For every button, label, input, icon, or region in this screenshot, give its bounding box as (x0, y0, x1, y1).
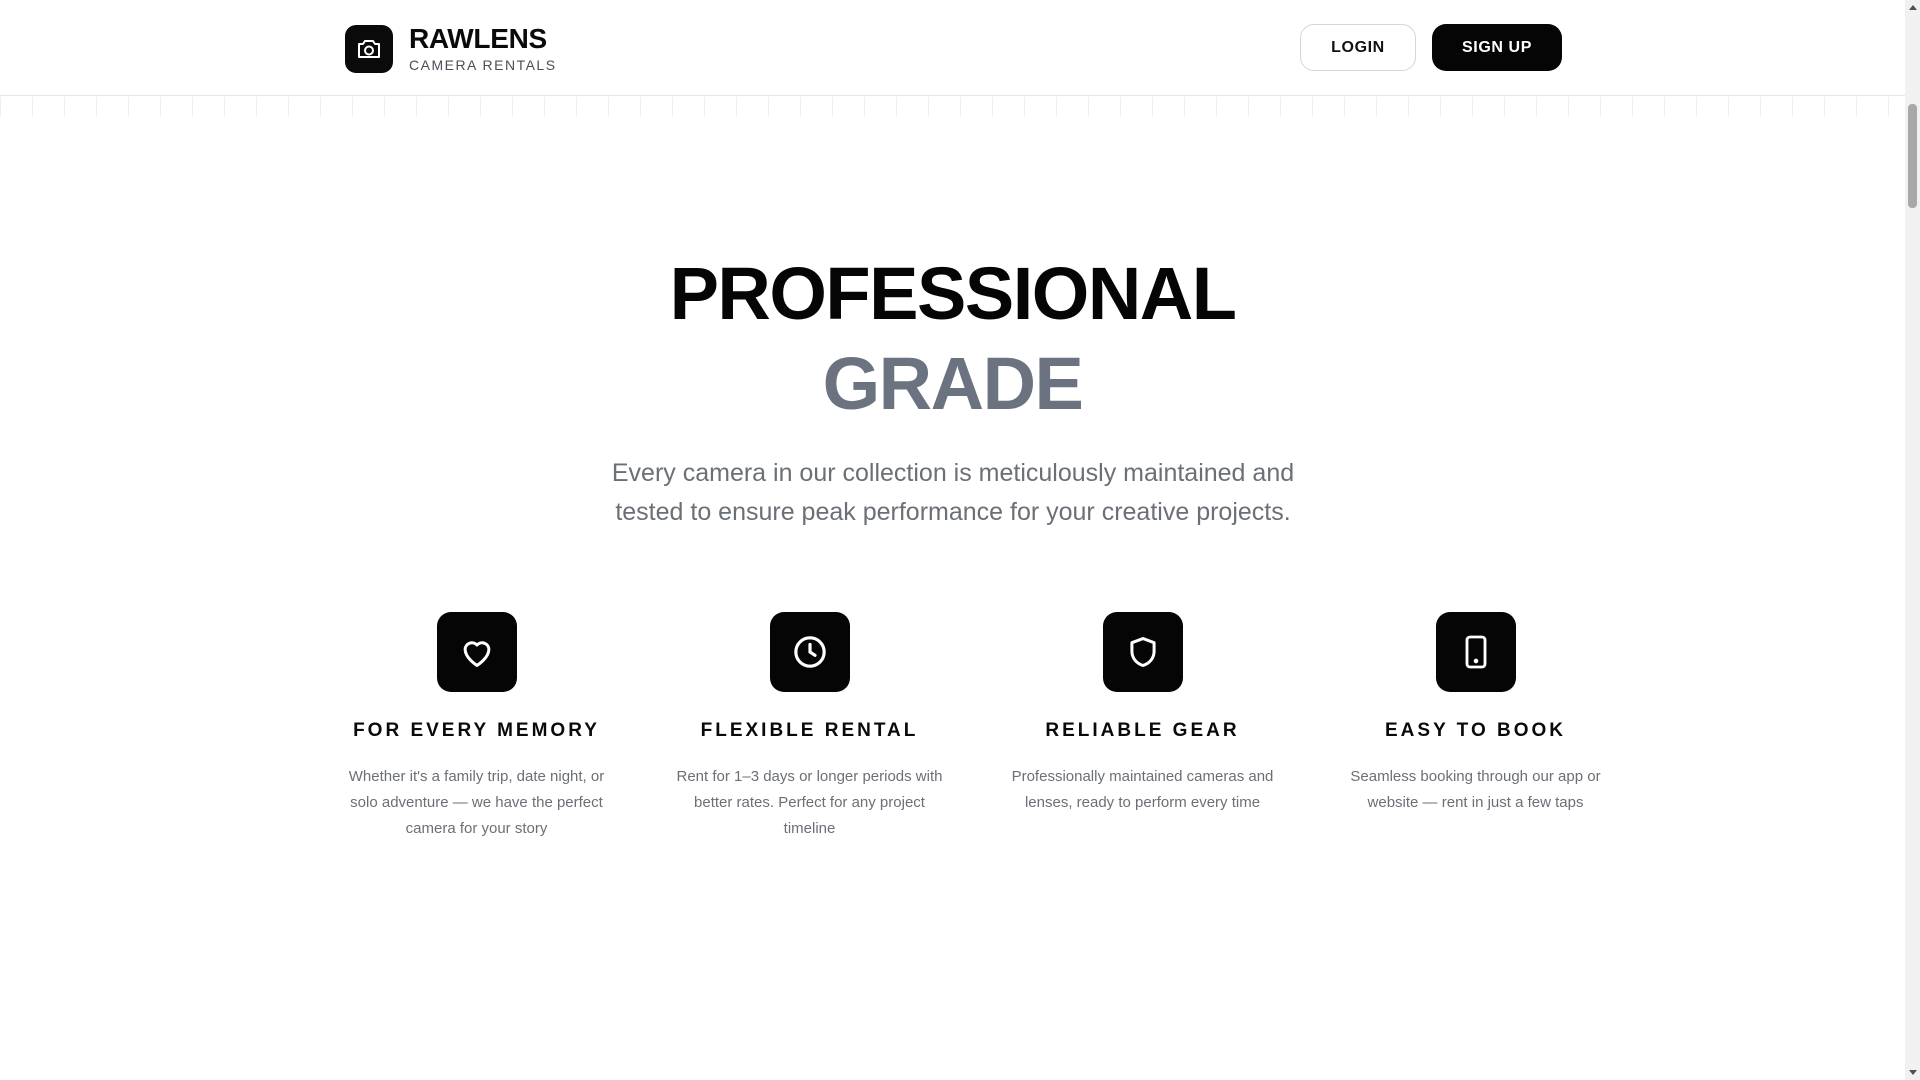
login-button[interactable]: LOGIN (1300, 24, 1416, 71)
feature-title: EASY TO BOOK (1385, 720, 1566, 741)
feature-card: FLEXIBLE RENTAL Rent for 1–3 days or lon… (643, 612, 976, 842)
feature-card: EASY TO BOOK Seamless booking through ou… (1309, 612, 1642, 842)
brand-subtitle: CAMERA RENTALS (409, 57, 557, 73)
feature-text: Rent for 1–3 days or longer periods with… (676, 768, 943, 837)
vertical-scrollbar[interactable] (1905, 0, 1920, 1080)
scroll-up-arrow-icon[interactable] (1905, 0, 1920, 15)
site-header: RAWLENS CAMERA RENTALS LOGIN SIGN UP (0, 0, 1905, 96)
feature-title: RELIABLE GEAR (1045, 720, 1240, 741)
feature-text: Seamless booking through our app or webs… (1350, 768, 1601, 811)
clock-icon (769, 612, 850, 692)
brand-name: RAWLENS (409, 23, 547, 54)
features-section: FOR EVERY MEMORY Whether it's a family t… (310, 612, 1642, 842)
brand-text: RAWLENS CAMERA RENTALS (409, 24, 557, 74)
feature-card: FOR EVERY MEMORY Whether it's a family t… (310, 612, 643, 842)
heart-icon (436, 612, 517, 692)
scrollbar-thumb[interactable] (1908, 104, 1917, 208)
scroll-down-arrow-icon[interactable] (1905, 1065, 1920, 1080)
nav-actions: LOGIN SIGN UP (1300, 24, 1562, 71)
hero-title-line2: GRADE (822, 342, 1084, 425)
tablet-icon (1435, 612, 1516, 692)
shield-icon (1102, 612, 1183, 692)
grid-background (0, 97, 1905, 117)
hero-title-line1: PROFESSIONAL (669, 252, 1237, 335)
feature-title: FLEXIBLE RENTAL (700, 720, 919, 741)
feature-title: FOR EVERY MEMORY (353, 720, 600, 741)
hero-description: Every camera in our collection is meticu… (611, 459, 1295, 526)
camera-icon (345, 25, 393, 73)
feature-card: RELIABLE GEAR Professionally maintained … (976, 612, 1309, 842)
page: RAWLENS CAMERA RENTALS LOGIN SIGN UP PRO… (0, 0, 1905, 1080)
feature-text: Professionally maintained cameras and le… (1011, 768, 1274, 811)
signup-button[interactable]: SIGN UP (1432, 24, 1562, 71)
feature-text: Whether it's a family trip, date night, … (348, 768, 605, 837)
brand[interactable]: RAWLENS CAMERA RENTALS (345, 24, 557, 74)
